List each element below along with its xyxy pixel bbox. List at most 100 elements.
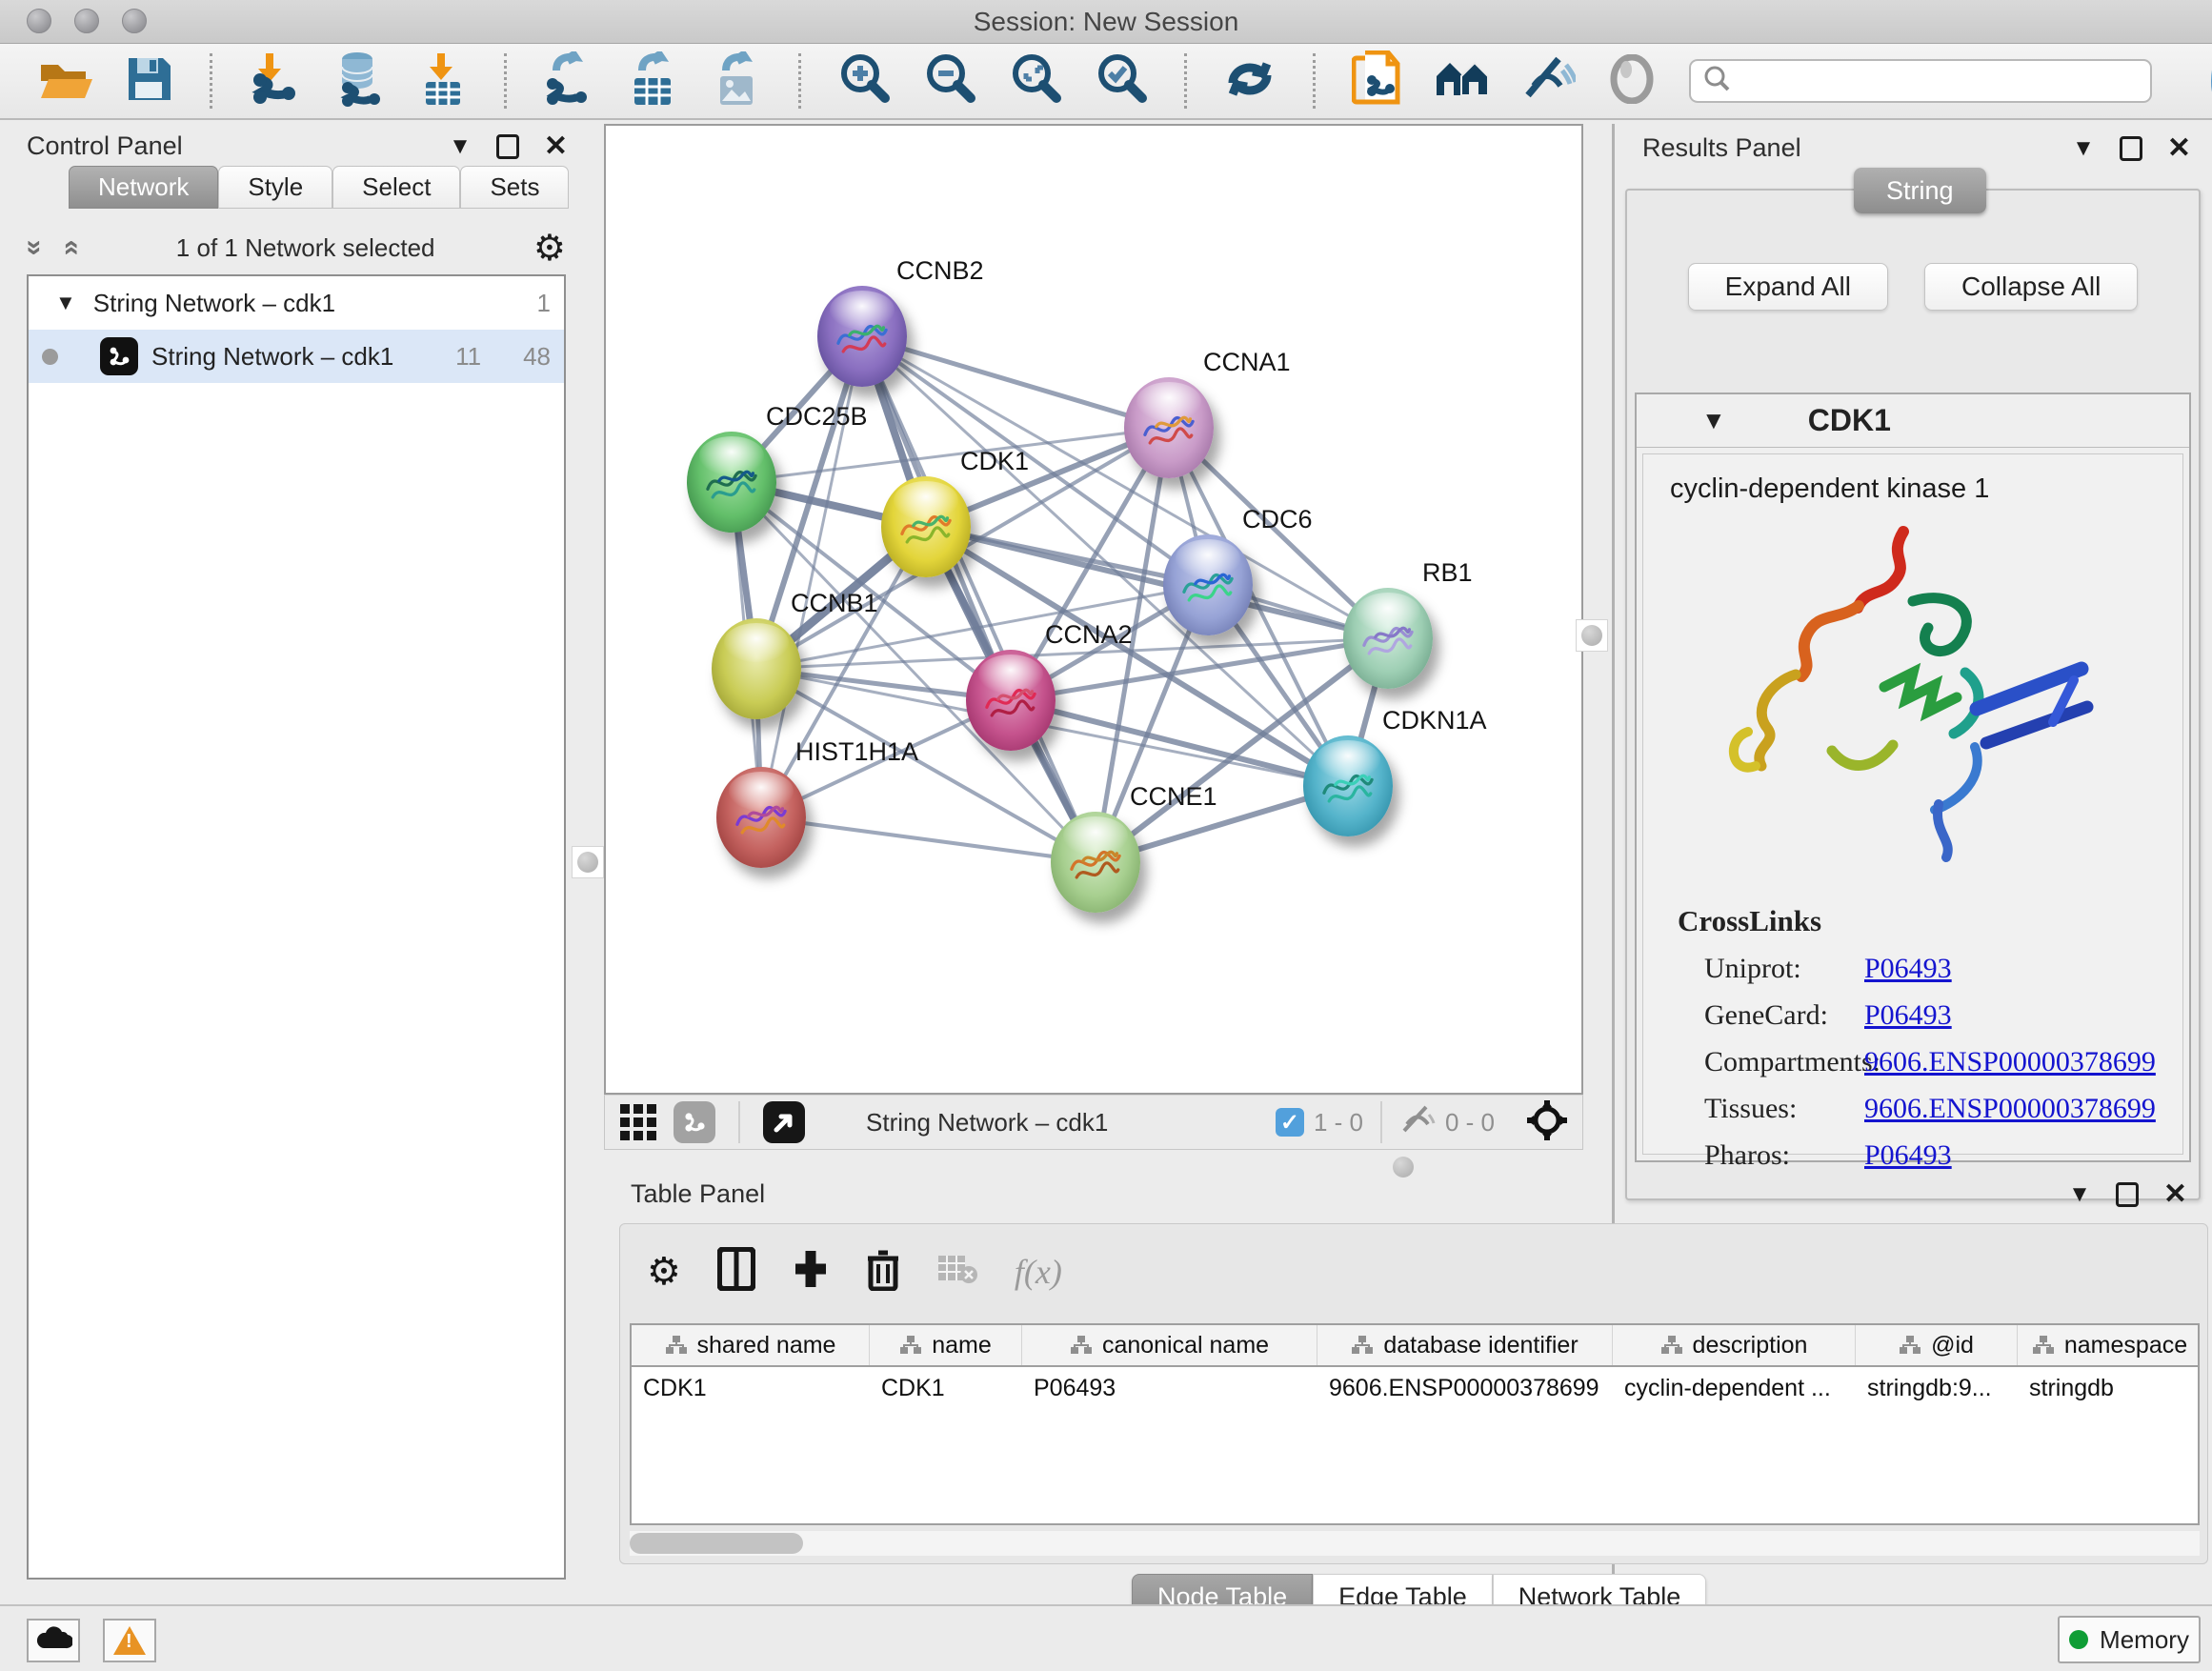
save-session-button[interactable]	[126, 54, 173, 108]
network-node-cdc6[interactable]	[1163, 534, 1253, 635]
cell-description[interactable]: cyclin-dependent ...	[1613, 1367, 1856, 1411]
delete-table-icon[interactable]	[936, 1252, 978, 1291]
minimize-window-button[interactable]	[74, 9, 99, 33]
search-input[interactable]	[1739, 68, 2139, 95]
toolbar-search[interactable]	[1689, 59, 2152, 103]
network-node-hist1h1a[interactable]	[716, 767, 806, 868]
left-splitter-handle[interactable]	[572, 846, 604, 878]
network-node-ccna1[interactable]	[1124, 377, 1214, 478]
edge[interactable]	[761, 817, 1096, 862]
column-header-namespace[interactable]: namespace	[2018, 1325, 2202, 1365]
crosslink-compartments-link[interactable]: 9606.ENSP00000378699	[1864, 1046, 2156, 1078]
export-network-button[interactable]	[543, 54, 594, 108]
column-header-description[interactable]: description	[1613, 1325, 1856, 1365]
import-network-database-button[interactable]	[332, 54, 386, 108]
cell-namespace[interactable]: stringdb	[2018, 1367, 2202, 1411]
show-eye-button[interactable]	[1607, 54, 1657, 108]
cloud-status-button[interactable]	[27, 1619, 80, 1662]
close-window-button[interactable]	[27, 9, 51, 33]
network-node-cdkn1a[interactable]	[1303, 735, 1393, 836]
cell-id[interactable]: stringdb:9...	[1856, 1367, 2018, 1411]
tab-select[interactable]: Select	[332, 166, 460, 209]
close-panel-icon[interactable]: ✕	[2167, 131, 2191, 165]
grid-view-icon[interactable]	[618, 1100, 658, 1145]
tab-sets[interactable]: Sets	[460, 166, 569, 209]
hidden-eye-slash-icon[interactable]	[1399, 1103, 1436, 1142]
network-options-gear-icon[interactable]: ⚙	[533, 227, 566, 270]
import-network-file-button[interactable]	[249, 54, 300, 108]
horizontal-scrollbar[interactable]	[630, 1531, 2200, 1556]
open-session-button[interactable]	[40, 54, 93, 108]
network-node-ccne1[interactable]	[1051, 812, 1140, 913]
expand-all-button[interactable]: Expand All	[1688, 263, 1888, 311]
fit-selected-crosshair-icon[interactable]	[1525, 1098, 1569, 1147]
refresh-button[interactable]	[1223, 54, 1277, 108]
add-column-icon[interactable]	[792, 1247, 830, 1296]
close-panel-icon[interactable]: ✕	[2163, 1178, 2187, 1211]
import-table-button[interactable]	[418, 54, 468, 108]
zoom-out-button[interactable]	[923, 54, 976, 108]
cell-name[interactable]: CDK1	[870, 1367, 1022, 1411]
network-node-ccna2[interactable]	[966, 650, 1056, 751]
edge[interactable]	[862, 336, 1169, 428]
panel-menu-icon[interactable]: ▼	[2068, 1181, 2091, 1208]
float-panel-icon[interactable]	[2116, 1182, 2139, 1207]
birdseye-view-icon[interactable]	[763, 1101, 805, 1143]
collapse-entry-icon[interactable]: ▼	[1701, 406, 1726, 435]
column-header-name[interactable]: name	[870, 1325, 1022, 1365]
selected-checkbox-icon[interactable]: ✓	[1276, 1108, 1304, 1137]
collapse-all-networks-icon[interactable]: »	[53, 240, 86, 256]
network-row[interactable]: String Network – cdk1 11 48	[29, 330, 564, 383]
panel-menu-icon[interactable]: ▼	[2072, 135, 2095, 162]
scrollbar-thumb[interactable]	[630, 1533, 803, 1554]
collapse-all-button[interactable]: Collapse All	[1924, 263, 2138, 311]
home-networks-button[interactable]	[1436, 54, 1489, 108]
network-node-rb1[interactable]	[1343, 588, 1433, 689]
right-splitter-handle[interactable]	[1576, 619, 1608, 652]
panel-menu-icon[interactable]: ▼	[449, 133, 472, 160]
edge[interactable]	[926, 527, 1388, 638]
crosslink-uniprot-link[interactable]: P06493	[1864, 953, 1952, 985]
column-header-database-identifier[interactable]: database identifier	[1317, 1325, 1613, 1365]
zoom-fit-button[interactable]	[1009, 54, 1062, 108]
collapse-triangle-icon[interactable]: ▼	[55, 291, 76, 315]
warnings-button[interactable]	[103, 1619, 156, 1662]
crosslink-pharos-link[interactable]: P06493	[1864, 1139, 1952, 1172]
zoom-selected-button[interactable]	[1095, 54, 1148, 108]
float-panel-icon[interactable]	[496, 134, 519, 159]
network-node-cdc25b[interactable]	[687, 432, 776, 533]
hide-glasses-button[interactable]	[1521, 54, 1575, 108]
float-panel-icon[interactable]	[2120, 136, 2142, 161]
zoom-window-button[interactable]	[122, 9, 147, 33]
table-row[interactable]: CDK1 CDK1 P06493 9606.ENSP00000378699 cy…	[632, 1367, 2198, 1411]
delete-column-trash-icon[interactable]	[866, 1247, 900, 1296]
network-canvas[interactable]: CCNB2CCNA1CDC25BCDK1CDC6RB1CCNB1CCNA2CDK…	[604, 124, 1583, 1095]
cell-database-identifier[interactable]: 9606.ENSP00000378699	[1317, 1367, 1613, 1411]
tab-network[interactable]: Network	[69, 166, 218, 209]
network-collection-row[interactable]: ▼ String Network – cdk1 1	[29, 276, 564, 330]
network-badge-icon[interactable]	[674, 1101, 715, 1143]
show-columns-icon[interactable]	[717, 1247, 755, 1296]
network-node-ccnb2[interactable]	[817, 286, 907, 387]
network-node-cdk1[interactable]	[881, 476, 971, 577]
memory-button[interactable]: Memory	[2058, 1616, 2201, 1663]
column-header-canonical-name[interactable]: canonical name	[1022, 1325, 1317, 1365]
function-builder-icon[interactable]: f(x)	[1015, 1252, 1062, 1292]
network-node-ccnb1[interactable]	[712, 618, 801, 719]
export-image-button[interactable]	[711, 54, 762, 108]
zoom-in-button[interactable]	[837, 54, 891, 108]
export-table-button[interactable]	[627, 54, 678, 108]
tab-string[interactable]: String	[1854, 168, 1986, 213]
column-header-shared-name[interactable]: shared name	[632, 1325, 870, 1365]
tab-style[interactable]: Style	[218, 166, 332, 209]
edge[interactable]	[862, 336, 1096, 862]
crosslink-tissues-link[interactable]: 9606.ENSP00000378699	[1864, 1093, 2156, 1125]
column-header-id[interactable]: @id	[1856, 1325, 2018, 1365]
cell-canonical-name[interactable]: P06493	[1022, 1367, 1317, 1411]
expand-all-networks-icon[interactable]: »	[18, 240, 50, 256]
table-settings-gear-icon[interactable]: ⚙	[647, 1250, 681, 1294]
crosslink-genecard-link[interactable]: P06493	[1864, 999, 1952, 1032]
clone-network-button[interactable]	[1352, 54, 1403, 108]
close-panel-icon[interactable]: ✕	[544, 130, 568, 163]
cell-shared-name[interactable]: CDK1	[632, 1367, 870, 1411]
